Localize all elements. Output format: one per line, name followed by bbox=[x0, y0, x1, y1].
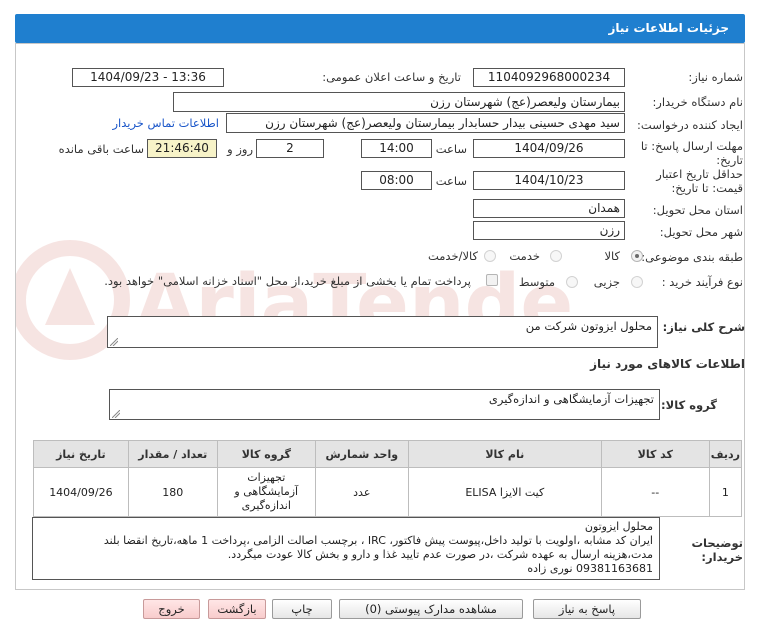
province-label: استان محل تحویل: bbox=[652, 203, 743, 217]
treasury-payment-checkbox[interactable] bbox=[486, 274, 498, 286]
contact-buyer-link[interactable]: اطلاعات تماس خریدار bbox=[112, 116, 219, 130]
goods-group-label: گروه کالا: bbox=[661, 398, 717, 412]
exit-button[interactable]: خروج bbox=[143, 599, 200, 619]
goods-group-textarea[interactable]: تجهیزات آزمایشگاهی و اندازه‌گیری bbox=[109, 389, 660, 420]
cell-index: 1 bbox=[708, 467, 743, 517]
category-label: طبقه بندی موضوعی: bbox=[641, 250, 743, 264]
table-header-row: ردیف کد کالا نام کالا واحد شمارش گروه کا… bbox=[33, 440, 743, 468]
city-field[interactable]: رزن bbox=[473, 221, 625, 240]
deadline-label: مهلت ارسال پاسخ: تا bbox=[640, 139, 743, 153]
process-radio-partial[interactable] bbox=[631, 276, 643, 288]
attachments-button[interactable]: مشاهده مدارک پیوستی (0) bbox=[339, 599, 523, 619]
province-field[interactable]: همدان bbox=[473, 199, 625, 218]
process-option-medium: متوسط bbox=[518, 275, 555, 289]
process-option-partial: جزیی bbox=[593, 275, 620, 289]
buyer-org-field[interactable]: بیمارستان ولیعصر(عج) شهرستان رزن bbox=[173, 92, 625, 112]
goods-table: ردیف کد کالا نام کالا واحد شمارش گروه کا… bbox=[33, 440, 743, 517]
announce-label: تاریخ و ساعت اعلان عمومی: bbox=[322, 70, 461, 84]
deadline-time-label: ساعت bbox=[435, 142, 467, 156]
summary-textarea[interactable]: محلول ایزوتون شرکت من bbox=[107, 316, 658, 348]
col-unit: واحد شمارش bbox=[314, 440, 409, 468]
buyer-notes-line: مدت،هزینه ارسال به عهده شرکت ،در صورت عد… bbox=[227, 548, 653, 561]
category-radio-service[interactable] bbox=[550, 250, 562, 262]
cell-date: 1404/09/26 bbox=[33, 467, 129, 517]
buyer-notes-line: ایران کد مشابه ،اولویت با تولید داخل،پیو… bbox=[103, 534, 653, 547]
col-code: کد کالا bbox=[600, 440, 710, 468]
city-label: شهر محل تحویل: bbox=[659, 225, 743, 239]
back-button[interactable]: بازگشت bbox=[208, 599, 266, 619]
col-index: ردیف bbox=[708, 440, 743, 468]
validity-time-field[interactable]: 08:00 bbox=[361, 171, 432, 190]
resize-grip-icon bbox=[112, 410, 120, 418]
deadline-date-field[interactable]: 1404/09/26 bbox=[473, 139, 625, 158]
print-button[interactable]: چاپ bbox=[272, 599, 332, 619]
buyer-notes-line: محلول ایزوتون bbox=[584, 520, 653, 533]
category-option-goods-service: کالا/خدمت bbox=[427, 249, 478, 263]
goods-section-title: اطلاعات کالاهای مورد نیاز bbox=[590, 357, 745, 371]
days-label: روز و bbox=[227, 142, 253, 156]
table-row[interactable]: 1 -- کیت الایزا ELISA عدد تجهیزات آزمایش… bbox=[33, 467, 743, 517]
deadline-time-field[interactable]: 14:00 bbox=[361, 139, 432, 158]
days-field[interactable]: 2 bbox=[256, 139, 324, 158]
buyer-notes-label: توضیحات bbox=[691, 536, 744, 550]
creator-label: ایجاد کننده درخواست: bbox=[637, 118, 743, 132]
resize-grip-icon bbox=[110, 338, 118, 346]
validity-label-date: قیمت: تا تاریخ: bbox=[671, 181, 743, 195]
col-date: تاریخ نیاز bbox=[33, 440, 129, 468]
goods-group-text: تجهیزات آزمایشگاهی و اندازه‌گیری bbox=[488, 392, 654, 406]
col-name: نام کالا bbox=[407, 440, 602, 468]
buyer-notes-line: 09381163681 نوری زاده bbox=[527, 562, 653, 575]
validity-time-label: ساعت bbox=[435, 174, 467, 188]
buyer-notes-label-2: خریدار: bbox=[701, 550, 743, 564]
buyer-org-label: نام دستگاه خریدار: bbox=[652, 95, 743, 109]
col-group: گروه کالا bbox=[216, 440, 316, 468]
buyer-notes-box: محلول ایزوتون ایران کد مشابه ،اولویت با … bbox=[32, 517, 660, 580]
creator-field[interactable]: سید مهدی حسینی بیدار حسابدار بیمارستان و… bbox=[226, 113, 625, 133]
cell-code: -- bbox=[600, 467, 710, 517]
cell-name: کیت الایزا ELISA bbox=[407, 467, 602, 517]
treasury-payment-note: پرداخت تمام یا بخشی از مبلغ خرید،از محل … bbox=[104, 274, 471, 288]
need-number-label: شماره نیاز: bbox=[688, 70, 743, 84]
col-qty: تعداد / مقدار bbox=[127, 440, 218, 468]
category-radio-goods[interactable] bbox=[631, 250, 643, 262]
category-option-goods: کالا bbox=[604, 249, 620, 263]
validity-label: حداقل تاریخ اعتبار bbox=[656, 167, 743, 181]
cell-group: تجهیزات آزمایشگاهی و اندازه‌گیری bbox=[216, 467, 316, 517]
need-number-field[interactable]: 1104092968000234 bbox=[473, 68, 625, 87]
cell-qty: 180 bbox=[127, 467, 218, 517]
process-radio-medium[interactable] bbox=[566, 276, 578, 288]
process-label: نوع فرآیند خرید : bbox=[661, 275, 743, 289]
cell-unit: عدد bbox=[314, 467, 409, 517]
announce-field[interactable]: 1404/09/23 - 13:36 bbox=[72, 68, 224, 87]
remaining-label: ساعت باقی مانده bbox=[58, 142, 144, 156]
page-title: جزئیات اطلاعات نیاز bbox=[15, 14, 745, 43]
summary-text: محلول ایزوتون شرکت من bbox=[525, 319, 652, 333]
deadline-label-date: تاریخ: bbox=[716, 153, 743, 167]
reply-button[interactable]: پاسخ به نیاز bbox=[533, 599, 641, 619]
validity-date-field[interactable]: 1404/10/23 bbox=[473, 171, 625, 190]
category-option-service: خدمت bbox=[509, 249, 540, 263]
summary-label: شرح کلی نیاز: bbox=[662, 320, 745, 334]
remaining-time-field: 21:46:40 bbox=[147, 139, 217, 158]
category-radio-goods-service[interactable] bbox=[484, 250, 496, 262]
